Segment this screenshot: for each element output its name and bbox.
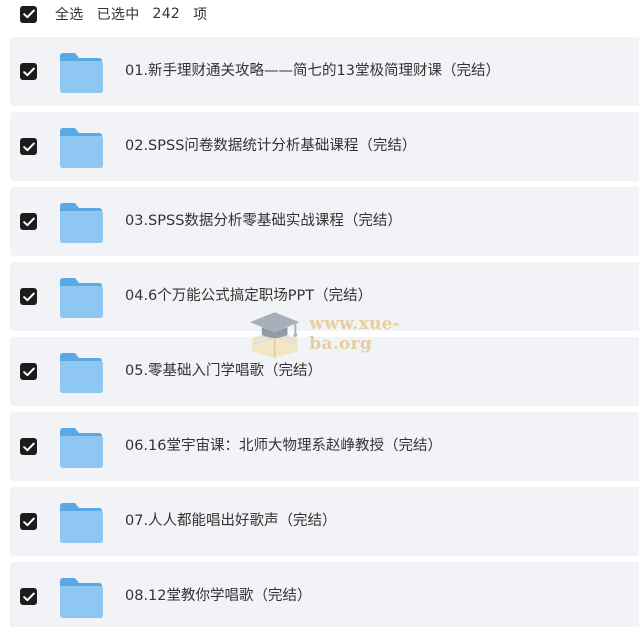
selected-count: 242 (152, 6, 181, 22)
file-row[interactable]: 05.零基础入门学唱歌（完结） (10, 337, 639, 406)
checkmark-icon (22, 67, 35, 76)
checkmark-icon (22, 592, 35, 601)
select-all-label[interactable]: 全选 (55, 4, 84, 24)
file-name[interactable]: 08.12堂教你学唱歌（完结） (125, 562, 312, 627)
file-selection-view: 全选 已选中 242 项 01.新手理财通关攻略——简七的13堂极简理财课（完结… (0, 0, 639, 627)
checkmark-icon (22, 292, 35, 301)
file-name[interactable]: 01.新手理财通关攻略——简七的13堂极简理财课（完结） (125, 37, 500, 106)
folder-icon (58, 427, 104, 469)
folder-icon (58, 577, 104, 619)
selection-header: 全选 已选中 242 项 (20, 0, 220, 28)
folder-icon (58, 202, 104, 244)
row-checkbox[interactable] (20, 513, 37, 530)
file-name[interactable]: 07.人人都能唱出好歌声（完结） (125, 487, 337, 556)
file-row[interactable]: 06.16堂宇宙课：北师大物理系赵峥教授（完结） (10, 412, 639, 481)
checkmark-icon (22, 517, 35, 526)
file-name[interactable]: 06.16堂宇宙课：北师大物理系赵峥教授（完结） (125, 412, 442, 481)
folder-icon (58, 127, 104, 169)
folder-icon (58, 52, 104, 94)
row-checkbox[interactable] (20, 288, 37, 305)
folder-icon (58, 352, 104, 394)
file-name[interactable]: 03.SPSS数据分析零基础实战课程（完结） (125, 187, 402, 256)
file-name[interactable]: 04.6个万能公式搞定职场PPT（完结） (125, 262, 372, 331)
file-row[interactable]: 07.人人都能唱出好歌声（完结） (10, 487, 639, 556)
file-name[interactable]: 05.零基础入门学唱歌（完结） (125, 337, 322, 406)
file-row[interactable]: 04.6个万能公式搞定职场PPT（完结） (10, 262, 639, 331)
row-checkbox[interactable] (20, 588, 37, 605)
row-checkbox[interactable] (20, 363, 37, 380)
folder-icon (58, 502, 104, 544)
file-row[interactable]: 08.12堂教你学唱歌（完结） (10, 562, 639, 627)
row-checkbox[interactable] (20, 213, 37, 230)
selected-label: 已选中 (96, 7, 140, 23)
file-row[interactable]: 03.SPSS数据分析零基础实战课程（完结） (10, 187, 639, 256)
checkmark-icon (22, 367, 35, 376)
checkmark-icon (22, 442, 35, 451)
checkmark-icon (22, 142, 35, 151)
file-row[interactable]: 01.新手理财通关攻略——简七的13堂极简理财课（完结） (10, 37, 639, 106)
folder-icon (58, 277, 104, 319)
unit-label: 项 (193, 7, 208, 23)
row-checkbox[interactable] (20, 138, 37, 155)
row-checkbox[interactable] (20, 438, 37, 455)
file-name[interactable]: 02.SPSS问卷数据统计分析基础课程（完结） (125, 112, 416, 181)
file-list: 01.新手理财通关攻略——简七的13堂极简理财课（完结） 02.SPSS问卷数据… (10, 37, 639, 627)
row-checkbox[interactable] (20, 63, 37, 80)
file-row[interactable]: 02.SPSS问卷数据统计分析基础课程（完结） (10, 112, 639, 181)
select-all-checkbox[interactable] (20, 5, 37, 23)
checkmark-icon (22, 9, 35, 19)
checkmark-icon (22, 217, 35, 226)
